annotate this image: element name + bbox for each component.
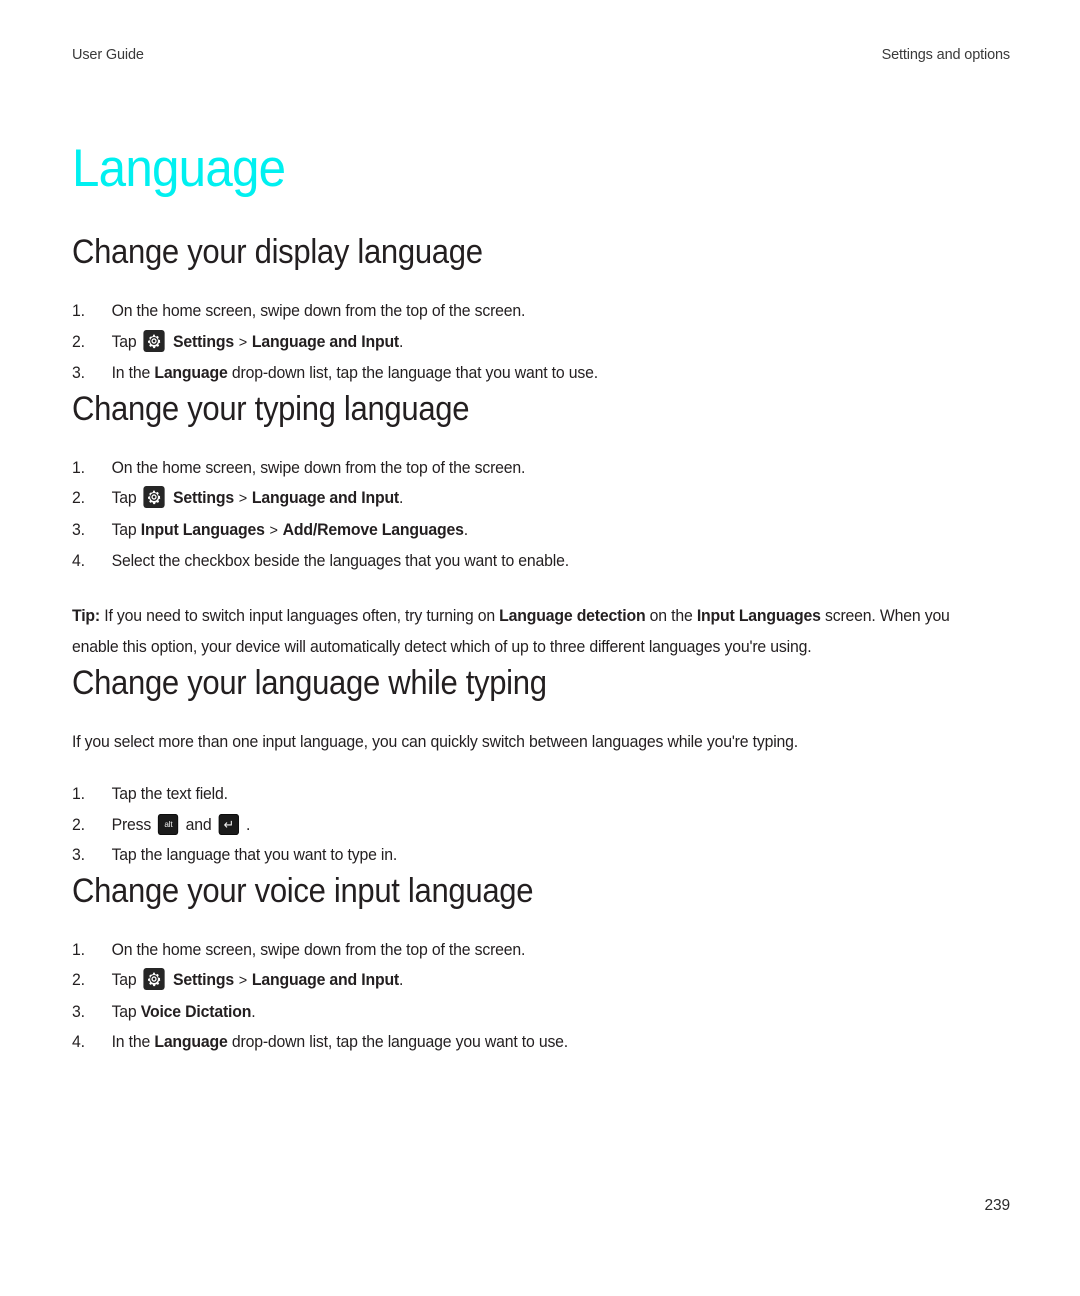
step-item: Tap Settings > Language and Input. bbox=[72, 327, 979, 359]
enter-key-icon: ↵ bbox=[218, 813, 239, 835]
step-item: Tap Input Languages > Add/Remove Languag… bbox=[72, 515, 468, 545]
path-separator: > bbox=[265, 521, 282, 539]
steps-list: On the home screen, swipe down from the … bbox=[72, 296, 1012, 389]
path-separator: > bbox=[234, 972, 251, 989]
steps-list: On the home screen, swipe down from the … bbox=[72, 935, 1012, 1058]
document-page: User Guide Settings and options Language… bbox=[0, 0, 1080, 1296]
step-bold-term: Language and Input bbox=[251, 971, 400, 989]
step-item: In the Language drop-down list, tap the … bbox=[72, 358, 598, 388]
running-header-left: User Guide bbox=[72, 47, 144, 63]
step-bold-term: Settings bbox=[172, 489, 234, 507]
step-item: On the home screen, swipe down from the … bbox=[72, 296, 526, 326]
step-bold-term: Settings bbox=[172, 971, 234, 989]
step-item: Press alt and ↵ . bbox=[72, 810, 251, 840]
doc-section: Change your typing language On the home s… bbox=[72, 389, 1012, 663]
step-bold-term: Voice Dictation bbox=[140, 1002, 252, 1021]
gear-icon bbox=[143, 329, 165, 352]
running-header: User Guide Settings and options bbox=[72, 46, 1010, 66]
gear-icon bbox=[143, 486, 165, 508]
page-content: Language Change your display language On … bbox=[72, 140, 1012, 1058]
step-bold-term: Language bbox=[154, 364, 228, 382]
path-separator: > bbox=[234, 333, 251, 351]
section-intro-paragraph: If you select more than one input langua… bbox=[72, 732, 799, 751]
step-bold-term: Language and Input bbox=[251, 332, 400, 351]
path-separator: > bbox=[234, 490, 251, 507]
tip-label: Tip: bbox=[72, 606, 101, 625]
steps-list: On the home screen, swipe down from the … bbox=[72, 453, 1012, 577]
section-heading: Change your display language bbox=[72, 233, 483, 271]
alt-key-label: alt bbox=[164, 818, 173, 829]
step-item: Tap Settings > Language and Input. bbox=[72, 965, 979, 997]
step-item: On the home screen, swipe down from the … bbox=[72, 935, 526, 965]
tip-bold-term: Language detection bbox=[499, 606, 646, 625]
step-item: Tap Voice Dictation. bbox=[72, 997, 256, 1027]
step-bold-term: Settings bbox=[172, 332, 234, 351]
section-heading: Change your typing language bbox=[72, 389, 470, 428]
step-bold-term: Language and Input bbox=[251, 489, 400, 507]
sections-container: Change your display language On the home … bbox=[72, 232, 1012, 1058]
tip-paragraph: Tip: If you need to switch input languag… bbox=[72, 606, 950, 656]
step-item: On the home screen, swipe down from the … bbox=[72, 453, 526, 483]
step-item: Tap Settings > Language and Input. bbox=[72, 483, 979, 515]
step-item: Select the checkbox beside the languages… bbox=[72, 546, 569, 576]
gear-icon bbox=[143, 968, 165, 990]
enter-key-glyph: ↵ bbox=[223, 816, 235, 832]
doc-section: Change your language while typing If you … bbox=[72, 663, 1012, 871]
step-item: Tap the language that you want to type i… bbox=[72, 840, 398, 870]
doc-section: Change your voice input language On the h… bbox=[72, 871, 1012, 1058]
section-heading: Change your language while typing bbox=[72, 663, 547, 702]
chapter-title: Language bbox=[72, 139, 286, 198]
steps-list: Tap the text field. Press alt and ↵ . Tap … bbox=[72, 779, 1012, 871]
tip-bold-term: Input Languages bbox=[696, 606, 821, 625]
page-number: 239 bbox=[984, 1197, 1010, 1214]
section-heading: Change your voice input language bbox=[72, 871, 534, 910]
step-bold-term: Add/Remove Languages bbox=[282, 520, 464, 539]
doc-section: Change your display language On the home … bbox=[72, 232, 1012, 389]
running-header-right: Settings and options bbox=[881, 47, 1011, 63]
step-bold-term: Language bbox=[154, 1033, 228, 1051]
step-item: In the Language drop-down list, tap the … bbox=[72, 1027, 569, 1057]
step-item: Tap the text field. bbox=[72, 779, 228, 809]
step-bold-term: Input Languages bbox=[140, 520, 265, 539]
alt-key-icon: alt bbox=[158, 813, 179, 835]
